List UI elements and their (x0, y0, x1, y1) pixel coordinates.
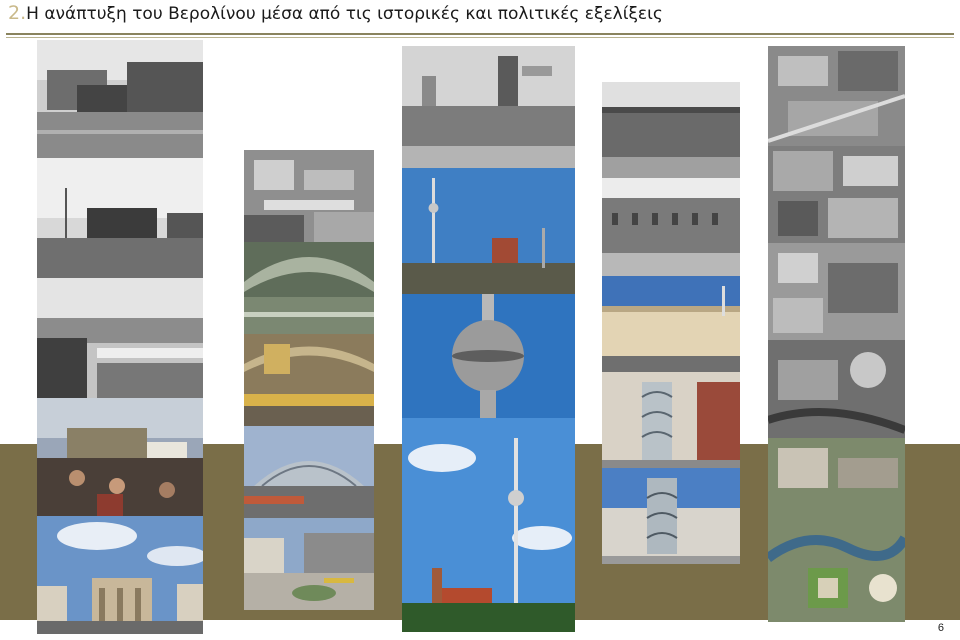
photo-column-brandenburg (37, 40, 203, 634)
photo-column-tv-tower (402, 46, 575, 632)
photo-tv-tower-rathaus (402, 168, 575, 294)
photo-berlin-wall (37, 278, 203, 398)
photo-column-zeughaus (602, 82, 740, 564)
slide-title: 2.Η ανάπτυξη του Βερολίνου μέσα από τις … (8, 2, 663, 24)
photo-aerial-2 (768, 146, 905, 243)
photo-aerial-3 (768, 243, 905, 340)
photo-zeughaus-old (602, 82, 740, 178)
title-rule-thin (6, 37, 954, 38)
photo-aerial-city (244, 150, 374, 242)
title-text: Η ανάπτυξη του Βερολίνου μέσα από τις ισ… (26, 4, 663, 24)
photo-wall-fall-crowd (37, 398, 203, 516)
photo-brandenburg-1930s (37, 40, 203, 158)
photo-pei-spiral-2 (602, 468, 740, 564)
photo-station-platform (244, 334, 374, 426)
page-number: 6 (937, 622, 944, 634)
photo-tv-tower-church (402, 418, 575, 632)
photo-alexanderplatz (244, 518, 374, 610)
photo-station-hall (244, 242, 374, 334)
photo-tv-tower-sphere (402, 294, 575, 418)
photo-aerial-color (768, 438, 905, 622)
photo-column-stations (244, 150, 374, 610)
photo-column-aerials (768, 46, 905, 622)
photo-brandenburg-today (37, 516, 203, 634)
photo-rotes-rathaus-old (402, 46, 575, 168)
photo-zeughaus-color (602, 276, 740, 372)
title-number: 2. (8, 2, 27, 24)
photo-pei-spiral-1 (602, 372, 740, 468)
title-rule (6, 33, 954, 35)
photo-brandenburg-ruins (37, 158, 203, 278)
photo-zeughaus-facade (602, 178, 740, 276)
photo-aerial-1 (768, 46, 905, 146)
photo-hauptbahnhof (244, 426, 374, 518)
photo-aerial-4 (768, 340, 905, 438)
